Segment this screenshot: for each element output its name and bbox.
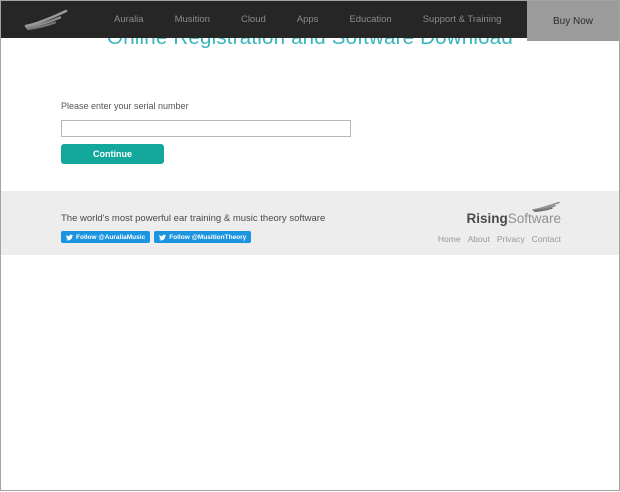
- twitter-follow-row: Follow @AuraliaMusic Follow @MusitionThe…: [61, 231, 252, 243]
- brand-wordmark: RisingSoftware: [466, 211, 561, 227]
- footer-link-home[interactable]: Home: [438, 234, 461, 244]
- footer-link-contact[interactable]: Contact: [532, 234, 561, 244]
- page: Auralia Musition Cloud Apps Education Su…: [0, 0, 620, 491]
- buy-now-button[interactable]: Buy Now: [527, 1, 619, 41]
- continue-button[interactable]: Continue: [61, 144, 164, 164]
- nav-item-support-training[interactable]: Support & Training: [423, 14, 502, 25]
- rising-software-brand: RisingSoftware: [466, 201, 561, 227]
- nav-item-cloud[interactable]: Cloud: [241, 14, 266, 25]
- serial-number-label: Please enter your serial number: [61, 101, 189, 111]
- serial-number-input[interactable]: [61, 120, 351, 137]
- brand-wordmark-rising: Rising: [466, 211, 508, 226]
- nav-item-auralia[interactable]: Auralia: [114, 14, 144, 25]
- brand-wordmark-software: Software: [507, 211, 561, 226]
- nav-item-education[interactable]: Education: [349, 14, 391, 25]
- footer: The world's most powerful ear training &…: [1, 191, 619, 255]
- footer-links: Home About Privacy Contact: [438, 234, 561, 244]
- twitter-follow-auralia-label: Follow @AuraliaMusic: [76, 233, 146, 241]
- footer-tagline: The world's most powerful ear training &…: [61, 213, 326, 224]
- top-nav: Auralia Musition Cloud Apps Education Su…: [1, 1, 619, 41]
- footer-link-about[interactable]: About: [468, 234, 490, 244]
- nav-menu: Auralia Musition Cloud Apps Education Su…: [114, 1, 501, 38]
- twitter-follow-musition-label: Follow @MusitionTheory: [169, 233, 247, 241]
- nav-item-apps[interactable]: Apps: [297, 14, 319, 25]
- rising-swoosh-logo-icon[interactable]: [23, 8, 69, 31]
- serial-number-form: Please enter your serial number Continue: [61, 101, 351, 164]
- twitter-bird-icon: [159, 234, 167, 240]
- twitter-bird-icon: [66, 234, 73, 240]
- twitter-follow-auralia-button[interactable]: Follow @AuraliaMusic: [61, 231, 151, 243]
- nav-item-musition[interactable]: Musition: [175, 14, 210, 25]
- footer-link-privacy[interactable]: Privacy: [497, 234, 525, 244]
- twitter-follow-musition-button[interactable]: Follow @MusitionTheory: [154, 231, 252, 243]
